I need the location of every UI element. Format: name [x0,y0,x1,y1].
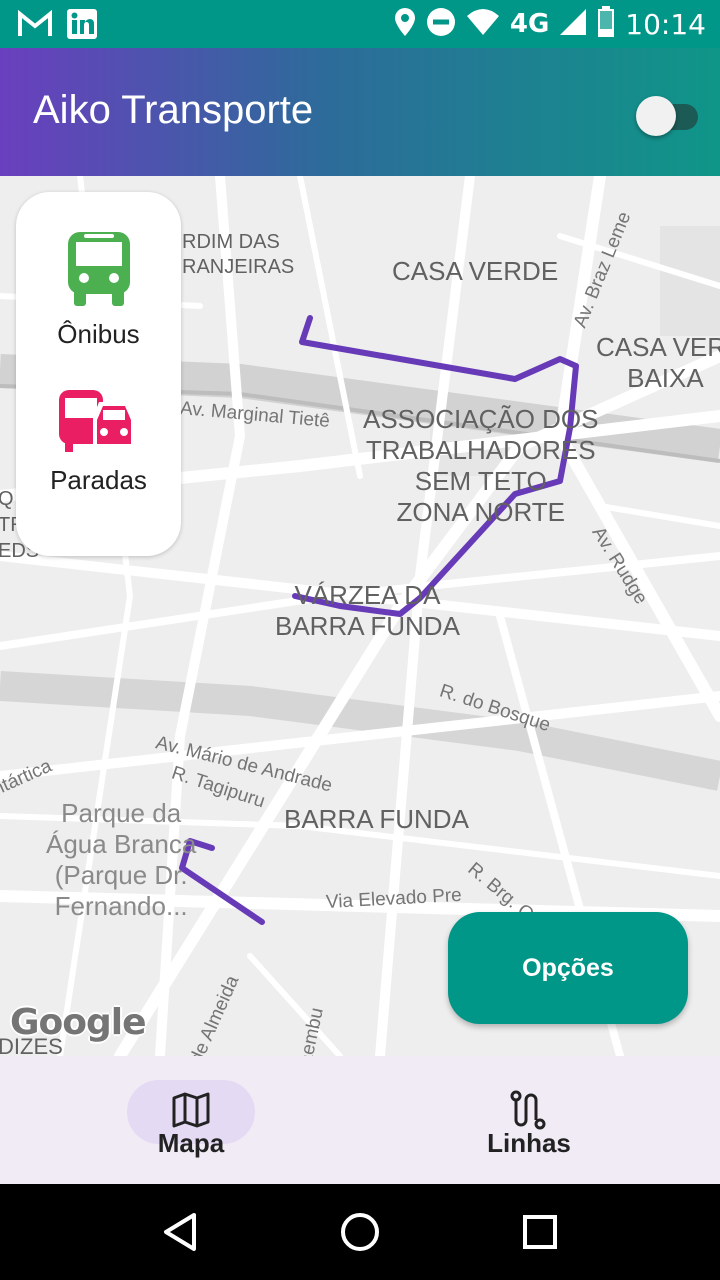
nav-item-lines[interactable]: Linhas [349,1056,709,1184]
map-icon [172,1092,210,1133]
wifi-icon [466,8,500,41]
clock: 10:14 [625,7,706,41]
stops-filter-label: Paradas [50,465,147,495]
map-filter-panel: Ônibus Paradas [16,192,181,556]
recents-icon[interactable] [522,1214,558,1255]
linkedin-icon [66,8,98,45]
network-type: 4G [509,9,550,39]
switch-thumb [636,96,676,136]
map-label-casa-verde-baixa: CASA VERDBAIXA [596,332,720,393]
map-label-parque: Parque da Água Branca (Parque Dr. Fernando… [46,798,197,921]
system-navigation-bar [0,1184,720,1280]
home-icon[interactable] [340,1212,380,1257]
map-label-associacao: ASSOCIAÇÃO DOS TRABALHADORES SEM TETO ZONA… [363,404,599,527]
nav-label-lines: Linhas [487,1128,571,1158]
theme-toggle-switch[interactable] [636,96,698,136]
gmail-icon [18,9,52,43]
back-icon[interactable] [162,1212,198,1257]
location-icon [394,7,416,42]
stops-filter-button[interactable]: Paradas [16,388,181,496]
app-title: Aiko Transporte [33,88,314,132]
battery-icon [597,5,615,43]
map-label-casa-verde: CASA VERDE [392,256,559,286]
bottom-navigation: Mapa Linhas [0,1056,720,1184]
map-label-jardim: RDIM DAS RANJEIRAS [182,231,295,278]
map-label-barra-funda: BARRA FUNDA [284,804,469,834]
buses-filter-button[interactable]: Ônibus [16,230,181,350]
google-attribution-logo: Google [10,1002,147,1043]
buses-filter-label: Ônibus [57,319,140,349]
map-label-varzea: VÁRZEA DA BARRA FUNDA [275,580,460,641]
transit-stop-icon [57,390,141,458]
bus-icon [66,232,132,312]
signal-icon [559,8,587,41]
app-bar: Aiko Transporte [0,48,720,176]
options-button[interactable]: Opções [448,912,688,1024]
status-bar: 4G 10:14 [0,0,720,48]
nav-label-map: Mapa [157,1128,225,1158]
nav-item-map[interactable]: Mapa [0,1056,360,1184]
do-not-disturb-icon [426,7,456,42]
